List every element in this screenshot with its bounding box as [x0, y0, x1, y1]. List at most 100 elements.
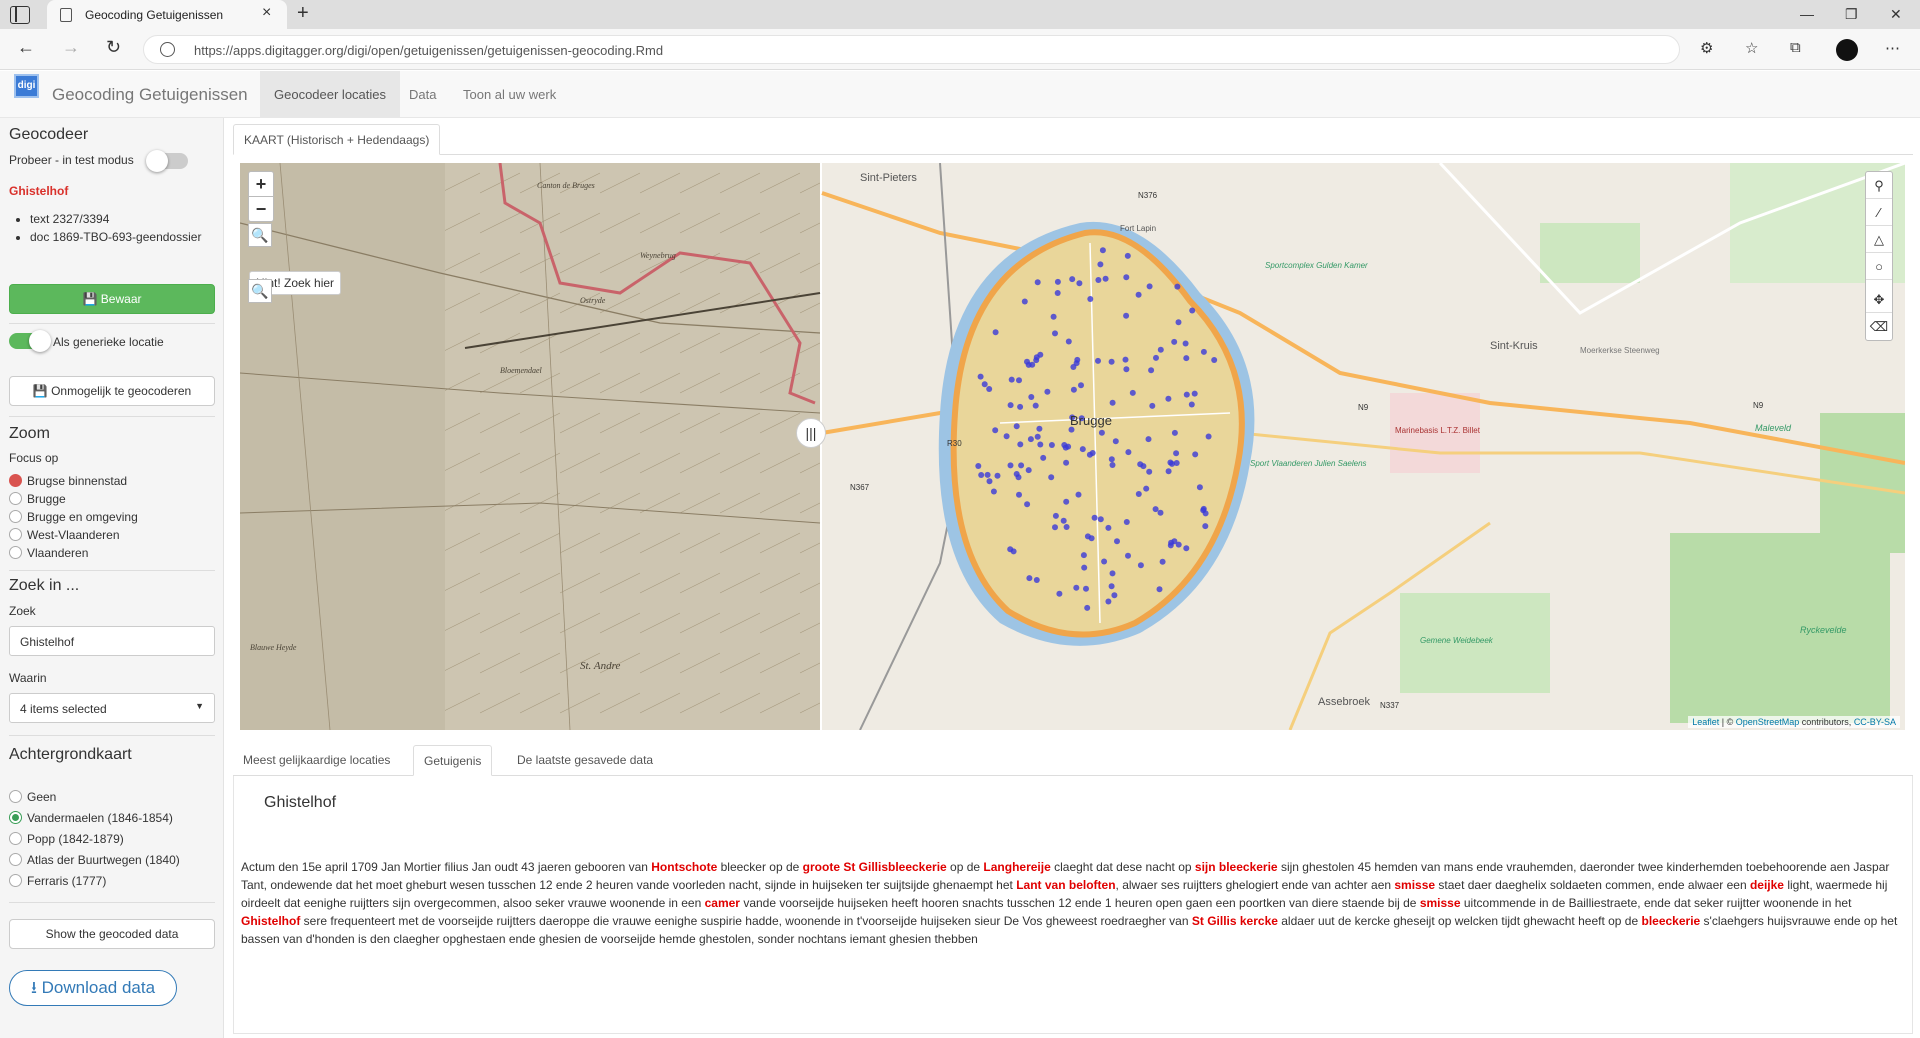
extensions-icon[interactable]: ⚙: [1700, 39, 1713, 57]
geocoded-point[interactable]: [1109, 462, 1116, 468]
geocoded-point[interactable]: [981, 381, 988, 388]
show-geocoded-button[interactable]: Show the geocoded data: [9, 919, 215, 949]
geocoded-point[interactable]: [1167, 459, 1174, 466]
nav-data[interactable]: Data: [395, 71, 450, 118]
geocoded-point[interactable]: [1060, 517, 1067, 524]
geocoded-point[interactable]: [1034, 433, 1041, 440]
test-mode-toggle[interactable]: [146, 150, 188, 172]
geocoded-point[interactable]: [992, 329, 999, 336]
geocoded-point[interactable]: [1065, 338, 1072, 345]
geocoded-point[interactable]: [1159, 558, 1166, 565]
geocoded-point[interactable]: [1052, 512, 1059, 519]
geocoded-point[interactable]: [1062, 444, 1069, 451]
circle-icon[interactable]: ○: [1866, 253, 1892, 280]
geocoded-point[interactable]: [1040, 454, 1047, 461]
geocoded-point[interactable]: [975, 463, 982, 469]
geocoded-point[interactable]: [1073, 584, 1080, 591]
geocoded-point[interactable]: [990, 488, 997, 495]
side-by-side-splitter[interactable]: |||: [796, 418, 826, 448]
geocoded-point[interactable]: [1183, 355, 1190, 362]
geocoded-point[interactable]: [1007, 402, 1014, 409]
focus-option-binnenstad[interactable]: Brugse binnenstad: [9, 474, 127, 488]
map-container[interactable]: Canton de Bruges Weynebrug Ostryde Bloem…: [240, 163, 1905, 730]
geocoded-point[interactable]: [1108, 583, 1115, 590]
geocoded-point[interactable]: [1137, 562, 1144, 569]
geocoded-point[interactable]: [1063, 498, 1070, 505]
polygon-icon[interactable]: △: [1866, 226, 1892, 253]
geocoded-point[interactable]: [1146, 283, 1153, 290]
geocoded-point[interactable]: [1026, 575, 1033, 582]
bg-option-ferraris[interactable]: Ferraris (1777): [9, 874, 106, 888]
geocoded-point[interactable]: [977, 373, 984, 380]
geocoded-point[interactable]: [1145, 436, 1152, 443]
geocoded-point[interactable]: [1084, 604, 1091, 611]
reload-icon[interactable]: ↻: [106, 37, 121, 58]
geocoded-point[interactable]: [1079, 446, 1086, 453]
geocoded-point[interactable]: [1024, 358, 1030, 365]
generic-location-toggle[interactable]: [9, 330, 51, 352]
save-button[interactable]: 💾 Bewaar: [9, 284, 215, 314]
geocoded-point[interactable]: [1149, 402, 1156, 409]
geocoded-point[interactable]: [1101, 558, 1108, 565]
geocoded-point[interactable]: [1084, 533, 1091, 540]
geocoded-point[interactable]: [1123, 274, 1130, 281]
geocoded-point[interactable]: [1122, 356, 1129, 363]
download-button[interactable]: ⭳ Download data: [9, 970, 177, 1006]
geocoded-point[interactable]: [1105, 598, 1112, 605]
geocoded-point[interactable]: [1027, 436, 1034, 443]
geocoded-point[interactable]: [1183, 545, 1190, 552]
geocoded-point[interactable]: [1153, 354, 1159, 361]
geocoded-point[interactable]: [1034, 279, 1041, 286]
new-tab-icon[interactable]: +: [297, 2, 309, 25]
geocoded-point[interactable]: [1135, 491, 1142, 497]
geocoded-point[interactable]: [1157, 509, 1164, 516]
forward-icon[interactable]: →: [62, 37, 80, 58]
geocoded-point[interactable]: [1032, 402, 1039, 409]
tab-actions-icon[interactable]: [10, 6, 30, 24]
focus-option-vlaanderen[interactable]: Vlaanderen: [9, 546, 88, 560]
bg-option-geen[interactable]: Geen: [9, 790, 56, 804]
geocoded-point[interactable]: [1174, 283, 1181, 290]
bg-option-atlas[interactable]: Atlas der Buurtwegen (1840): [9, 853, 180, 867]
geocoded-point[interactable]: [1036, 425, 1043, 432]
geocoded-point[interactable]: [1165, 395, 1172, 402]
geocoded-point[interactable]: [1112, 438, 1119, 445]
geocoded-point[interactable]: [1191, 390, 1198, 397]
geocoded-point[interactable]: [1048, 442, 1055, 448]
browser-tab[interactable]: Geocoding Getuigenissen ×: [47, 0, 287, 29]
geocoded-point[interactable]: [1182, 340, 1189, 347]
close-tab-icon[interactable]: ×: [262, 4, 271, 22]
geocoded-point[interactable]: [1025, 467, 1032, 474]
geocoded-point[interactable]: [1189, 307, 1196, 314]
collections-icon[interactable]: ⧉: [1790, 39, 1801, 56]
geocoded-point[interactable]: [1097, 516, 1104, 523]
tab-meest-gelijkaardige[interactable]: Meest gelijkaardige locaties: [233, 745, 400, 776]
geocoded-point[interactable]: [1105, 524, 1112, 531]
geocoded-point[interactable]: [1086, 451, 1093, 458]
geocoded-point[interactable]: [1063, 459, 1070, 466]
geocoded-point[interactable]: [1087, 296, 1094, 302]
geocoded-point[interactable]: [1200, 505, 1207, 512]
favorites-icon[interactable]: ☆: [1745, 39, 1758, 57]
zoom-out-button[interactable]: −: [248, 196, 274, 222]
geocoded-point[interactable]: [1010, 548, 1017, 555]
polyline-icon[interactable]: ⁄: [1866, 199, 1892, 226]
geocoded-point[interactable]: [1081, 564, 1088, 571]
geocoded-point[interactable]: [1108, 358, 1115, 365]
geocoded-point[interactable]: [1152, 506, 1159, 513]
geocoded-point[interactable]: [1129, 389, 1136, 396]
geocoded-point[interactable]: [1102, 275, 1109, 282]
geocoded-point[interactable]: [1048, 474, 1055, 481]
restore-icon[interactable]: ❐: [1845, 6, 1858, 23]
site-info-icon[interactable]: [160, 42, 175, 57]
geocoded-point[interactable]: [1125, 449, 1132, 456]
geocoded-point[interactable]: [1168, 539, 1175, 546]
geocoded-point[interactable]: [1097, 261, 1104, 268]
eraser-icon[interactable]: ⌫: [1866, 313, 1892, 340]
geocoded-point[interactable]: [1018, 462, 1025, 469]
where-select[interactable]: 4 items selected ▼: [9, 693, 215, 723]
geocoded-point[interactable]: [992, 427, 999, 434]
geocoded-point[interactable]: [1013, 423, 1020, 430]
geocoded-point[interactable]: [1095, 277, 1102, 283]
geocoded-point[interactable]: [1202, 523, 1209, 530]
